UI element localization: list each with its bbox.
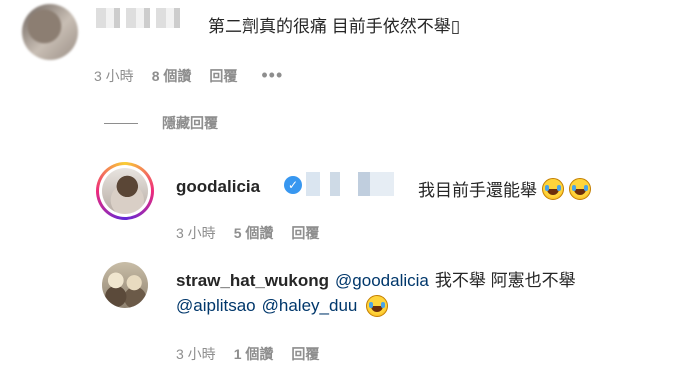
reply-text: 我目前手還能舉	[418, 181, 537, 200]
more-options-icon[interactable]: •••	[261, 65, 283, 86]
laughing-crying-emoji-icon	[366, 295, 389, 317]
reply-meta: 3 小時 1 個讚 回覆	[176, 344, 337, 364]
verified-badge-icon: ✓	[284, 176, 302, 194]
avatar-blurred[interactable]	[22, 4, 78, 60]
reply-text: 我不舉 阿憲也不舉	[434, 271, 576, 290]
mention-link[interactable]: @goodalicia	[335, 271, 429, 290]
comment-likes[interactable]: 8 個讚	[152, 66, 192, 86]
comment-top: 第二劑真的很痛 目前手依然不舉▯ 3 小時 8 個讚 回覆 •••	[22, 2, 662, 98]
reply-meta: 3 小時 5 個讚 回覆	[176, 223, 337, 243]
mention-link[interactable]: @aiplitsao	[176, 296, 256, 316]
reply-text-row: 我目前手還能舉	[418, 176, 591, 201]
reply-username[interactable]: goodalicia	[176, 177, 260, 197]
reply-time[interactable]: 3 小時	[176, 344, 216, 364]
hide-replies-divider	[104, 122, 138, 124]
reply-likes[interactable]: 5 個讚	[234, 223, 274, 243]
reply-line-2: @aiplitsao @haley_duu	[176, 295, 389, 317]
comment-time[interactable]: 3 小時	[94, 66, 134, 86]
hide-replies-label: 隱藏回覆	[162, 115, 218, 131]
username-blurred[interactable]	[96, 8, 182, 28]
avatar	[102, 168, 148, 214]
reply-line-1: straw_hat_wukong @goodalicia 我不舉 阿憲也不舉	[176, 266, 576, 291]
reply-username[interactable]: straw_hat_wukong	[176, 271, 329, 290]
reply-button[interactable]: 回覆	[291, 344, 319, 364]
mention-blurred[interactable]	[306, 172, 394, 196]
hide-replies-button[interactable]: 隱藏回覆	[104, 113, 218, 133]
comment-meta: 3 小時 8 個讚 回覆 •••	[94, 65, 283, 86]
reply-button[interactable]: 回覆	[291, 223, 319, 243]
reply-straw-hat-wukong: straw_hat_wukong @goodalicia 我不舉 阿憲也不舉 @ai…	[102, 259, 672, 369]
story-ring-avatar[interactable]	[96, 162, 154, 220]
laughing-crying-emoji-icon	[569, 177, 591, 200]
reply-likes[interactable]: 1 個讚	[234, 344, 274, 364]
avatar[interactable]	[102, 262, 148, 308]
laughing-crying-emoji-icon	[542, 177, 564, 200]
reply-button[interactable]: 回覆	[209, 66, 237, 86]
comments-thread: 第二劑真的很痛 目前手依然不舉▯ 3 小時 8 個讚 回覆 ••• 隱藏回覆 g…	[0, 0, 674, 381]
comment-text: 第二劑真的很痛 目前手依然不舉▯	[208, 17, 461, 36]
mention-link[interactable]: @haley_duu	[262, 296, 358, 316]
reply-time[interactable]: 3 小時	[176, 223, 216, 243]
reply-goodalicia: goodalicia ✓ 我目前手還能舉 3 小時 5 個讚 回覆	[96, 158, 666, 248]
avatar-frame	[99, 165, 151, 217]
